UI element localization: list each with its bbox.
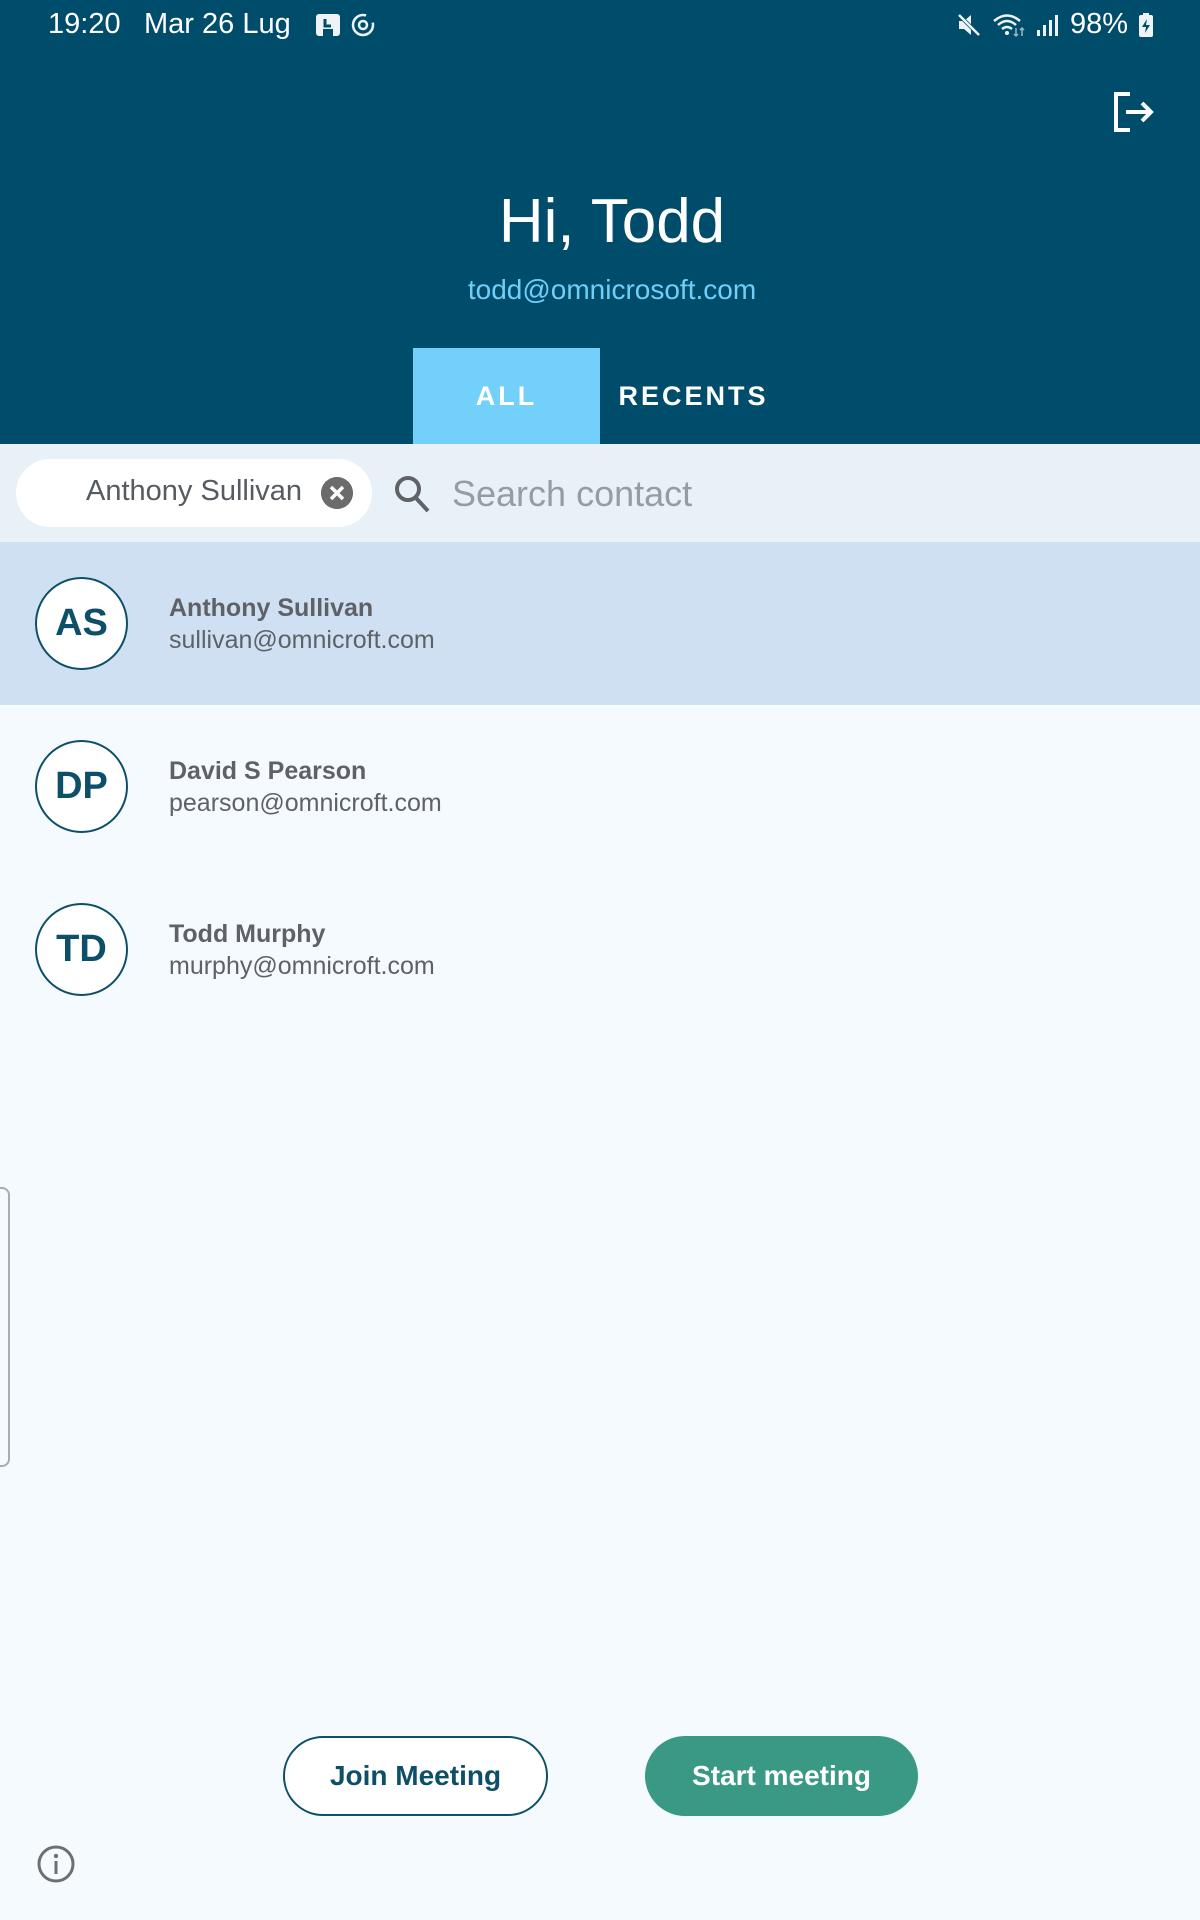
join-meeting-button[interactable]: Join Meeting bbox=[283, 1736, 548, 1816]
user-email: todd@omnicrosoft.com bbox=[467, 274, 757, 305]
avatar: AS bbox=[35, 577, 128, 670]
tab-recents[interactable]: RECENTS bbox=[600, 348, 787, 444]
status-time: 19:20 bbox=[48, 8, 121, 40]
tab-all[interactable]: ALL bbox=[413, 348, 600, 444]
contact-row[interactable]: DP David S Pearson pearson@omnicroft.com bbox=[0, 705, 1200, 868]
status-right: 98% bbox=[956, 8, 1154, 41]
mute-icon bbox=[956, 12, 982, 37]
wifi-icon bbox=[993, 13, 1025, 37]
greeting-title: Hi, Todd bbox=[498, 187, 726, 256]
status-bar: 19:20 Mar 26 Lug 98% bbox=[0, 0, 1200, 50]
logout-icon[interactable] bbox=[1112, 90, 1156, 134]
calendar-save-icon bbox=[316, 14, 340, 36]
start-meeting-button[interactable]: Start meeting bbox=[645, 1736, 918, 1816]
battery-percent: 98% bbox=[1069, 8, 1128, 40]
chip-label: Anthony Sullivan bbox=[86, 475, 303, 507]
status-date: Mar 26 Lug bbox=[144, 8, 291, 40]
selected-contact-chip[interactable]: Anthony Sullivan bbox=[16, 459, 372, 527]
search-contact-input[interactable] bbox=[452, 466, 1152, 522]
contact-email: murphy@omnicroft.com bbox=[169, 952, 435, 980]
app-header: 19:20 Mar 26 Lug 98% Hi, Todd todd@omnic… bbox=[0, 0, 1200, 444]
contact-name: Anthony Sullivan bbox=[169, 594, 374, 622]
avatar: DP bbox=[35, 740, 128, 833]
signal-icon bbox=[1036, 14, 1058, 36]
avatar: TD bbox=[35, 903, 128, 996]
contact-email: sullivan@omnicroft.com bbox=[169, 626, 435, 654]
side-panel-handle[interactable] bbox=[0, 1187, 10, 1467]
chip-remove-icon[interactable] bbox=[321, 477, 353, 509]
info-icon[interactable] bbox=[36, 1844, 76, 1884]
contact-name: Todd Murphy bbox=[169, 920, 326, 948]
contact-row[interactable]: TD Todd Murphy murphy@omnicroft.com bbox=[0, 868, 1200, 1031]
contact-row[interactable]: AS Anthony Sullivan sullivan@omnicroft.c… bbox=[0, 542, 1200, 705]
contact-name: David S Pearson bbox=[169, 757, 367, 785]
sync-icon bbox=[351, 13, 375, 37]
contact-email: pearson@omnicroft.com bbox=[169, 789, 442, 817]
battery-charging-icon bbox=[1139, 12, 1153, 37]
search-icon bbox=[395, 476, 430, 513]
